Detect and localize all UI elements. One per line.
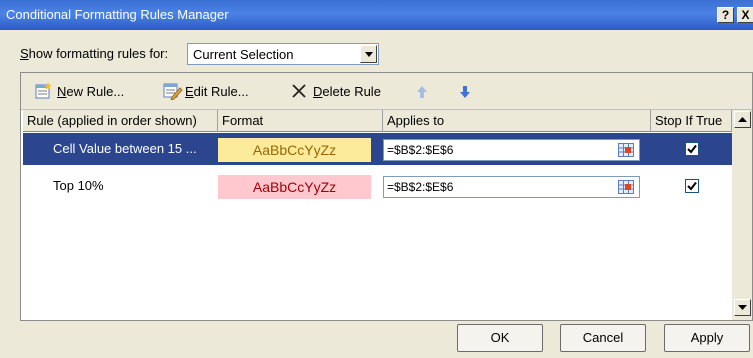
show-rules-accel: S [20, 46, 29, 61]
edit-rule-icon [163, 82, 183, 105]
delete-rule-accel: D [313, 84, 323, 99]
close-button[interactable]: X [737, 7, 753, 23]
applies-to-value: =$B$2:$E$6 [387, 180, 454, 194]
col-header-applies-to[interactable]: Applies to [383, 110, 651, 132]
new-rule-accel: N [57, 84, 67, 99]
show-rules-dropdown[interactable]: Current Selection [187, 43, 379, 65]
move-down-icon [460, 85, 470, 103]
move-up-button[interactable] [417, 82, 431, 102]
delete-x-icon [291, 83, 307, 104]
applies-to-input[interactable]: =$B$2:$E$6 [383, 139, 640, 161]
range-picker-icon[interactable] [618, 143, 634, 160]
apply-button[interactable]: Apply [664, 324, 750, 352]
edit-rule-accel: E [185, 84, 194, 99]
checkmark-icon [687, 144, 697, 154]
applies-to-input[interactable]: =$B$2:$E$6 [383, 176, 640, 198]
format-preview: AaBbCcYyZz [218, 138, 371, 162]
table-row[interactable]: Cell Value between 15 ... AaBbCcYyZz =$B… [23, 133, 732, 165]
move-up-icon [417, 85, 427, 103]
edit-rule-label: dit Rule... [193, 84, 249, 99]
rules-list-frame: New Rule... Edit Rule... Delete Rule Rul… [20, 72, 753, 321]
scroll-up-button[interactable] [734, 111, 751, 128]
dropdown-arrow-icon[interactable] [360, 45, 377, 63]
cancel-button[interactable]: Cancel [560, 324, 646, 352]
help-button[interactable]: ? [717, 7, 734, 23]
stop-if-true-checkbox[interactable] [685, 179, 699, 193]
rules-table-header: Rule (applied in order shown) Format App… [23, 110, 732, 132]
delete-rule-label: elete Rule [322, 84, 381, 99]
col-header-stop-if-true[interactable]: Stop If True [651, 110, 732, 132]
new-rule-icon [35, 82, 53, 105]
new-rule-label: ew Rule... [66, 84, 125, 99]
stop-if-true-checkbox[interactable] [685, 142, 699, 156]
col-header-format[interactable]: Format [218, 110, 383, 132]
vertical-scrollbar[interactable] [732, 110, 752, 320]
checkmark-icon [687, 181, 697, 191]
title-bar: Conditional Formatting Rules Manager ? X [0, 0, 753, 30]
window-title: Conditional Formatting Rules Manager [6, 7, 229, 22]
rule-description: Cell Value between 15 ... [53, 141, 197, 156]
delete-rule-button[interactable]: Delete Rule [291, 82, 386, 102]
scroll-down-icon [738, 305, 747, 310]
col-header-rule[interactable]: Rule (applied in order shown) [23, 110, 218, 132]
show-rules-label: Show formatting rules for: [20, 46, 168, 61]
edit-rule-button[interactable]: Edit Rule... [163, 82, 263, 102]
show-rules-label-text: how formatting rules for: [28, 46, 169, 61]
range-picker-icon[interactable] [618, 180, 634, 197]
show-rules-value: Current Selection [193, 47, 294, 62]
rules-toolbar: New Rule... Edit Rule... Delete Rule [21, 73, 752, 110]
applies-to-value: =$B$2:$E$6 [387, 143, 454, 157]
rule-description: Top 10% [53, 178, 104, 193]
table-row[interactable]: Top 10% AaBbCcYyZz =$B$2:$E$6 [23, 170, 732, 202]
ok-button[interactable]: OK [457, 324, 543, 352]
scroll-down-button[interactable] [734, 299, 751, 316]
scroll-up-icon [738, 117, 747, 122]
format-preview: AaBbCcYyZz [218, 175, 371, 199]
move-down-button[interactable] [460, 82, 474, 102]
new-rule-button[interactable]: New Rule... [35, 82, 135, 102]
